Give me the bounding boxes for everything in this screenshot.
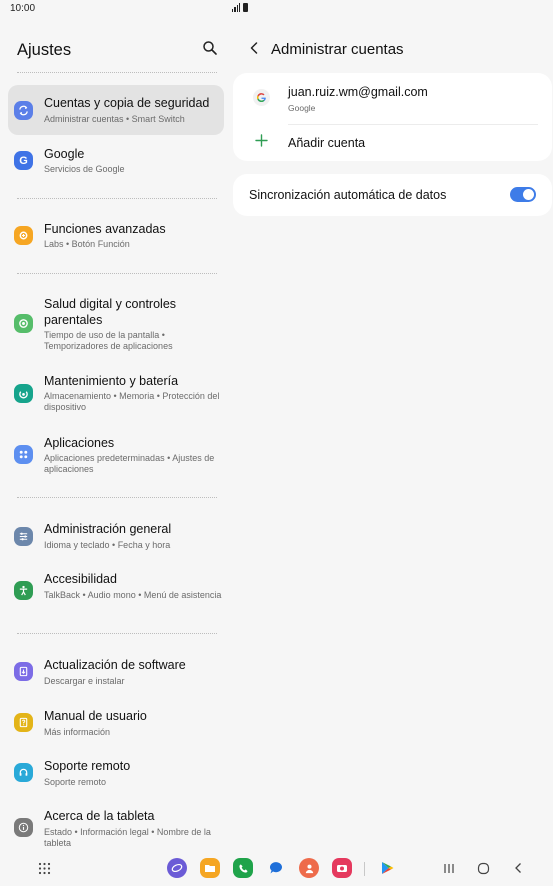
item-title: Cuentas y copia de seguridad bbox=[44, 96, 210, 110]
item-title: Accesibilidad bbox=[44, 572, 117, 586]
settings-item-advanced-features[interactable]: Funciones avanzadas Labs • Botón Función bbox=[8, 213, 224, 257]
app-drawer-icon[interactable] bbox=[34, 858, 54, 878]
play-store-icon[interactable] bbox=[377, 858, 397, 878]
signal-icon bbox=[232, 3, 240, 12]
divider bbox=[17, 497, 217, 498]
taskbar bbox=[0, 852, 553, 886]
sync-icon bbox=[14, 101, 33, 120]
item-title: Funciones avanzadas bbox=[44, 222, 166, 236]
item-subtitle: Servicios de Google bbox=[44, 164, 125, 174]
plus-icon bbox=[255, 134, 268, 147]
headset-icon bbox=[14, 763, 33, 782]
divider bbox=[17, 72, 217, 73]
my-files-icon[interactable] bbox=[200, 858, 220, 878]
status-bar: 10:00 bbox=[0, 0, 553, 18]
camera-icon[interactable] bbox=[332, 858, 352, 878]
search-icon[interactable] bbox=[202, 40, 218, 56]
item-subtitle: Tiempo de uso de la pantalla • Temporiza… bbox=[44, 330, 173, 351]
settings-item-accessibility[interactable]: Accesibilidad TalkBack • Audio mono • Me… bbox=[8, 565, 224, 621]
item-subtitle: Soporte remoto bbox=[44, 777, 107, 787]
account-provider: Google bbox=[288, 103, 316, 113]
status-time: 10:00 bbox=[10, 3, 36, 14]
battery-icon bbox=[243, 3, 248, 12]
digital-wellbeing-icon bbox=[14, 314, 33, 333]
add-account-label: Añadir cuenta bbox=[288, 136, 366, 150]
settings-item-device-care[interactable]: Mantenimiento y batería Almacenamiento •… bbox=[8, 366, 224, 422]
divider bbox=[17, 198, 217, 199]
phone-icon[interactable] bbox=[233, 858, 253, 878]
item-subtitle: Más información bbox=[44, 727, 111, 737]
sliders-icon bbox=[14, 527, 33, 546]
status-icons bbox=[232, 3, 553, 12]
google-g-icon: G bbox=[14, 151, 33, 170]
item-title: Mantenimiento y batería bbox=[44, 374, 179, 388]
divider bbox=[17, 273, 217, 274]
settings-item-digital-wellbeing[interactable]: Salud digital y controles parentales Tie… bbox=[8, 288, 224, 356]
sync-label: Sincronización automática de datos bbox=[249, 188, 447, 202]
sync-card[interactable]: Sincronización automática de datos bbox=[233, 174, 552, 216]
back-button-icon[interactable] bbox=[508, 858, 528, 878]
item-subtitle: Almacenamiento • Memoria • Protección de… bbox=[44, 391, 220, 412]
contacts-icon[interactable] bbox=[299, 858, 319, 878]
recent-apps-icon[interactable] bbox=[439, 858, 459, 878]
software-update-icon bbox=[14, 662, 33, 681]
google-g-icon bbox=[253, 89, 270, 106]
account-row[interactable]: juan.ruiz.wm@gmail.com Google bbox=[233, 73, 552, 124]
item-subtitle: TalkBack • Audio mono • Menú de asistenc… bbox=[44, 590, 222, 600]
accounts-card: juan.ruiz.wm@gmail.com Google Añadir cue… bbox=[233, 73, 552, 161]
item-subtitle: Idioma y teclado • Fecha y hora bbox=[44, 540, 171, 550]
page-title: Ajustes bbox=[17, 41, 72, 59]
item-subtitle: Administrar cuentas • Smart Switch bbox=[44, 114, 185, 124]
item-title: Salud digital y controles parentales bbox=[44, 297, 177, 327]
sync-toggle[interactable] bbox=[510, 187, 536, 202]
settings-item-user-manual[interactable]: Manual de usuario Más información bbox=[8, 701, 224, 745]
item-subtitle: Labs • Botón Función bbox=[44, 239, 130, 249]
divider bbox=[17, 633, 217, 634]
item-title: Google bbox=[44, 147, 85, 161]
device-care-icon bbox=[14, 384, 33, 403]
detail-title: Administrar cuentas bbox=[271, 41, 404, 58]
settings-item-about-tablet[interactable]: Acerca de la tableta Estado • Informació… bbox=[8, 801, 224, 851]
account-email: juan.ruiz.wm@gmail.com bbox=[288, 85, 428, 99]
settings-item-apps[interactable]: Aplicaciones Aplicaciones predeterminada… bbox=[8, 428, 224, 484]
home-button-icon[interactable] bbox=[473, 858, 493, 878]
item-subtitle: Descargar e instalar bbox=[44, 676, 125, 686]
settings-item-general-management[interactable]: Administración general Idioma y teclado … bbox=[8, 514, 224, 558]
toggle-knob bbox=[523, 189, 534, 200]
settings-item-google[interactable]: G Google Servicios de Google bbox=[8, 138, 224, 182]
item-subtitle: Aplicaciones predeterminadas • Ajustes d… bbox=[44, 453, 215, 474]
settings-item-accounts[interactable]: Cuentas y copia de seguridad Administrar… bbox=[8, 85, 224, 135]
item-title: Acerca de la tableta bbox=[44, 809, 155, 823]
item-title: Administración general bbox=[44, 522, 172, 536]
apps-grid-icon bbox=[14, 445, 33, 464]
messages-icon[interactable] bbox=[266, 858, 286, 878]
settings-item-remote-support[interactable]: Soporte remoto Soporte remoto bbox=[8, 751, 224, 795]
add-account-button[interactable]: Añadir cuenta bbox=[233, 125, 552, 161]
item-subtitle: Estado • Información legal • Nombre de l… bbox=[44, 827, 211, 848]
item-title: Aplicaciones bbox=[44, 436, 115, 450]
info-icon bbox=[14, 818, 33, 837]
accessibility-icon bbox=[14, 581, 33, 600]
gear-plus-icon bbox=[14, 226, 33, 245]
internet-browser-icon[interactable] bbox=[167, 858, 187, 878]
item-title: Soporte remoto bbox=[44, 759, 131, 773]
taskbar-divider bbox=[364, 862, 365, 876]
item-title: Manual de usuario bbox=[44, 709, 147, 723]
user-manual-icon bbox=[14, 713, 33, 732]
back-arrow-icon[interactable] bbox=[248, 41, 260, 55]
settings-pane: Ajustes Cuentas y copia de seguridad Adm… bbox=[0, 20, 232, 850]
item-title: Actualización de software bbox=[44, 658, 186, 672]
settings-item-software-update[interactable]: Actualización de software Descargar e in… bbox=[8, 650, 224, 694]
